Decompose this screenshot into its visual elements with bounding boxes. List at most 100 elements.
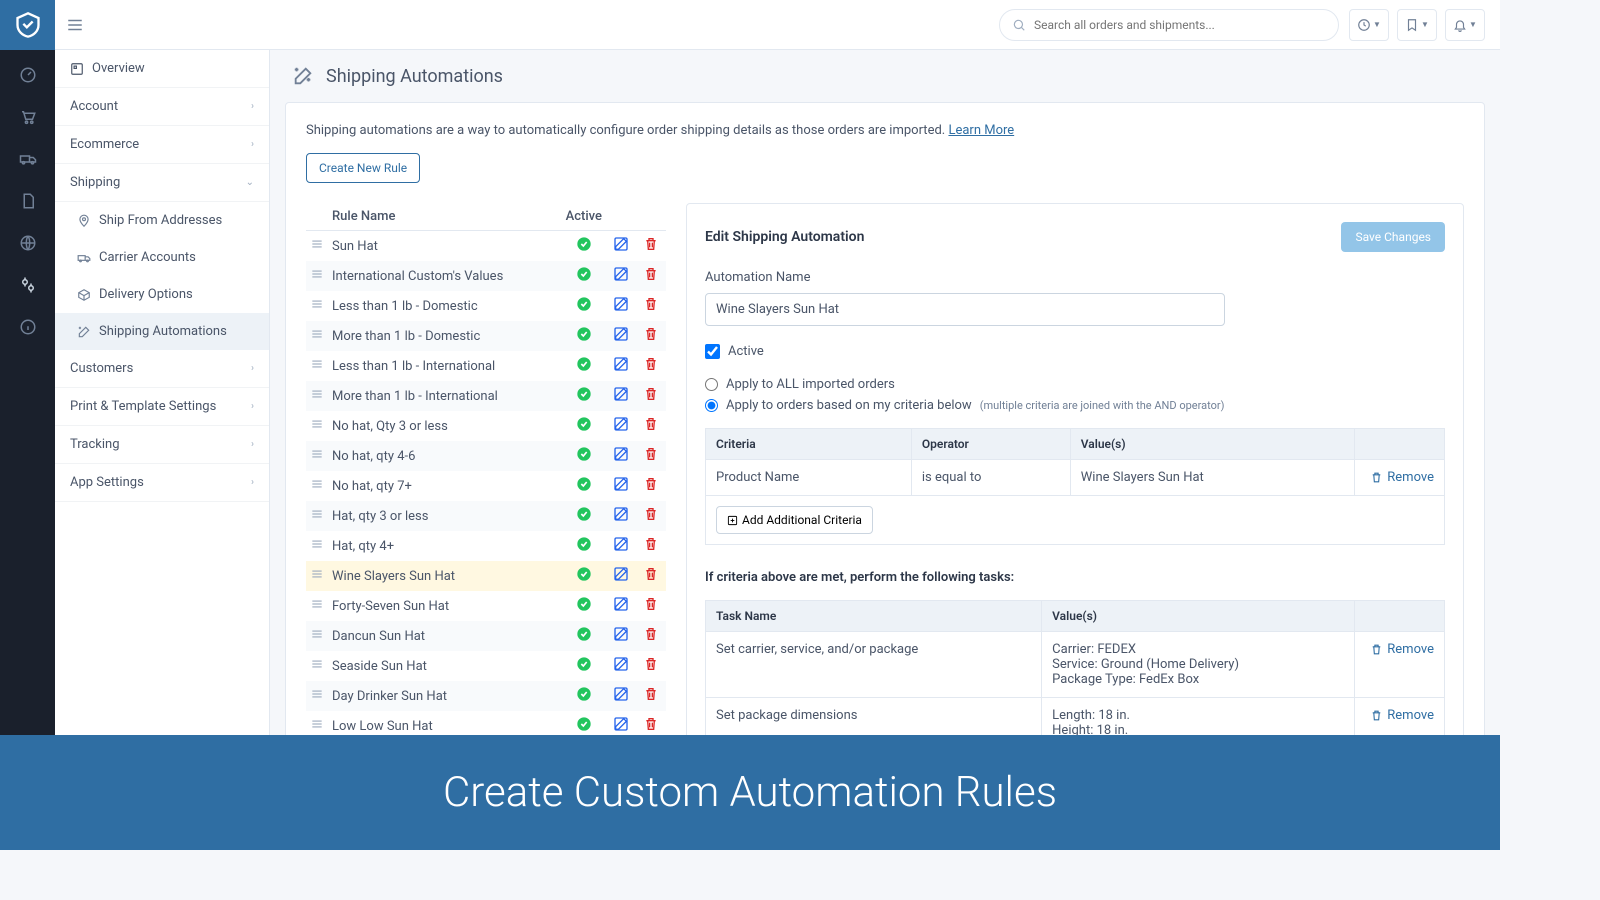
sidebar-item-print-template-settings[interactable]: Print & Template Settings› [55,388,269,426]
edit-icon[interactable] [613,626,629,642]
edit-icon[interactable] [613,536,629,552]
edit-icon[interactable] [613,506,629,522]
drag-icon[interactable] [310,567,324,581]
delete-icon[interactable] [643,506,659,522]
rule-row[interactable]: Seaside Sun Hat [306,651,666,681]
rule-row[interactable]: More than 1 lb - International [306,381,666,411]
sidebar-item-customers[interactable]: Customers› [55,350,269,388]
drag-icon[interactable] [310,597,324,611]
nav-info-icon[interactable] [18,317,38,337]
edit-icon[interactable] [613,656,629,672]
global-search[interactable] [999,9,1339,41]
edit-icon[interactable] [613,566,629,582]
bookmark-menu[interactable]: ▼ [1397,9,1437,41]
drag-icon[interactable] [310,327,324,341]
rule-row[interactable]: More than 1 lb - Domestic [306,321,666,351]
delete-icon[interactable] [643,296,659,312]
save-button[interactable]: Save Changes [1341,222,1445,252]
sidebar-overview[interactable]: Overview [55,50,269,88]
rule-row[interactable]: Hat, qty 4+ [306,531,666,561]
delete-icon[interactable] [643,416,659,432]
app-logo[interactable] [0,0,55,50]
drag-icon[interactable] [310,267,324,281]
drag-icon[interactable] [310,687,324,701]
rule-row[interactable]: Wine Slayers Sun Hat [306,561,666,591]
edit-icon[interactable] [613,416,629,432]
drag-icon[interactable] [310,537,324,551]
edit-icon[interactable] [613,356,629,372]
menu-toggle[interactable] [55,16,95,34]
drag-icon[interactable] [310,357,324,371]
rule-row[interactable]: No hat, qty 7+ [306,471,666,501]
drag-icon[interactable] [310,507,324,521]
nav-globe-icon[interactable] [18,233,38,253]
nav-dashboard-icon[interactable] [18,65,38,85]
drag-icon[interactable] [310,297,324,311]
sidebar-item-ecommerce[interactable]: Ecommerce› [55,126,269,164]
sidebar-item-account[interactable]: Account› [55,88,269,126]
edit-icon[interactable] [613,686,629,702]
delete-icon[interactable] [643,596,659,612]
delete-icon[interactable] [643,356,659,372]
edit-icon[interactable] [613,296,629,312]
learn-more-link[interactable]: Learn More [948,123,1014,138]
delete-icon[interactable] [643,536,659,552]
remove-link[interactable]: Remove [1365,708,1434,723]
edit-icon[interactable] [613,386,629,402]
edit-icon[interactable] [613,326,629,342]
delete-icon[interactable] [643,326,659,342]
delete-icon[interactable] [643,236,659,252]
rule-row[interactable]: Hat, qty 3 or less [306,501,666,531]
notifications-menu[interactable]: ▼ [1445,9,1485,41]
delete-icon[interactable] [643,716,659,732]
drag-icon[interactable] [310,627,324,641]
delete-icon[interactable] [643,626,659,642]
sidebar-item-app-settings[interactable]: App Settings› [55,464,269,502]
create-rule-button[interactable]: Create New Rule [306,153,420,183]
nav-shipping-icon[interactable] [18,149,38,169]
edit-icon[interactable] [613,596,629,612]
delete-icon[interactable] [643,476,659,492]
rule-row[interactable]: Day Drinker Sun Hat [306,681,666,711]
apply-criteria-radio[interactable] [705,399,718,412]
add-criteria-button[interactable]: Add Additional Criteria [716,506,873,534]
automation-name-input[interactable] [705,293,1225,326]
sidebar-item-tracking[interactable]: Tracking› [55,426,269,464]
rule-row[interactable]: Dancun Sun Hat [306,621,666,651]
rule-row[interactable]: No hat, qty 4-6 [306,441,666,471]
delete-icon[interactable] [643,446,659,462]
delete-icon[interactable] [643,566,659,582]
remove-link[interactable]: Remove [1365,642,1434,657]
drag-icon[interactable] [310,447,324,461]
drag-icon[interactable] [310,717,324,731]
edit-icon[interactable] [613,476,629,492]
rule-row[interactable]: Sun Hat [306,231,666,262]
active-checkbox[interactable] [705,344,720,359]
timer-menu[interactable]: ▼ [1349,9,1389,41]
sidebar-item-shipping[interactable]: Shipping⌄ [55,164,269,202]
nav-cart-icon[interactable] [18,107,38,127]
edit-icon[interactable] [613,716,629,732]
drag-icon[interactable] [310,387,324,401]
drag-icon[interactable] [310,237,324,251]
drag-icon[interactable] [310,657,324,671]
rule-row[interactable]: Less than 1 lb - Domestic [306,291,666,321]
rule-row[interactable]: International Custom's Values [306,261,666,291]
drag-icon[interactable] [310,477,324,491]
rule-row[interactable]: Less than 1 lb - International [306,351,666,381]
delete-icon[interactable] [643,686,659,702]
rule-row[interactable]: Forty-Seven Sun Hat [306,591,666,621]
sidebar-sub-delivery-options[interactable]: Delivery Options [55,276,269,313]
edit-icon[interactable] [613,236,629,252]
edit-icon[interactable] [613,266,629,282]
delete-icon[interactable] [643,386,659,402]
sidebar-sub-shipping-automations[interactable]: Shipping Automations [55,313,269,350]
search-input[interactable] [1034,18,1326,32]
remove-link[interactable]: Remove [1365,470,1434,485]
sidebar-sub-carrier-accounts[interactable]: Carrier Accounts [55,239,269,276]
delete-icon[interactable] [643,266,659,282]
drag-icon[interactable] [310,417,324,431]
sidebar-sub-ship-from-addresses[interactable]: Ship From Addresses [55,202,269,239]
rule-row[interactable]: No hat, Qty 3 or less [306,411,666,441]
delete-icon[interactable] [643,656,659,672]
